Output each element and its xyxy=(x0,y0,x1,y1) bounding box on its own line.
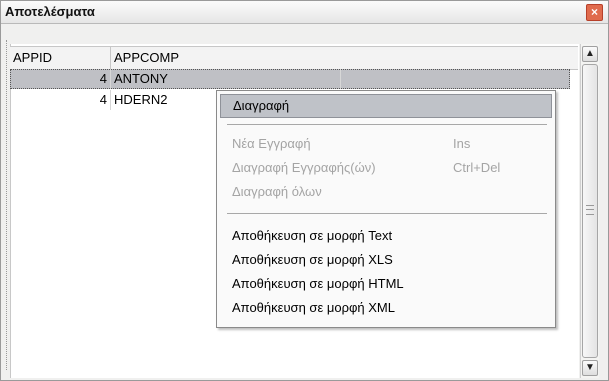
menu-item-delete[interactable]: Διαγραφή xyxy=(220,94,552,118)
menu-separator xyxy=(227,213,547,214)
cell-appcomp: ANTONY xyxy=(111,69,341,89)
arrow-down-icon[interactable]: ▼ xyxy=(582,360,598,376)
splitter-handle[interactable] xyxy=(0,40,7,370)
close-icon[interactable]: × xyxy=(586,4,603,21)
column-header-appcomp[interactable]: APPCOMP xyxy=(111,47,578,69)
vertical-scrollbar[interactable]: ▲ ▼ xyxy=(580,44,599,378)
title-bar[interactable]: Αποτελέσματα × xyxy=(1,1,608,24)
menu-item-save-xml[interactable]: Αποθήκευση σε μορφή XML xyxy=(220,296,552,320)
menu-item-save-xls[interactable]: Αποθήκευση σε μορφή XLS xyxy=(220,248,552,272)
cell-appid: 4 xyxy=(10,90,111,110)
menu-item-shortcut: Ins xyxy=(453,136,471,151)
menu-item-label: Νέα Εγγραφή xyxy=(232,136,311,151)
window-title: Αποτελέσματα xyxy=(5,4,95,19)
menu-item-save-html[interactable]: Αποθήκευση σε μορφή HTML xyxy=(220,272,552,296)
arrow-up-icon[interactable]: ▲ xyxy=(582,46,598,62)
menu-item-save-text[interactable]: Αποθήκευση σε μορφή Text xyxy=(220,224,552,248)
scroll-thumb[interactable] xyxy=(582,64,598,358)
context-menu: Διαγραφή Νέα Εγγραφή Ins Διαγραφή Εγγραφ… xyxy=(216,90,556,328)
menu-item-label: Διαγραφή Εγγραφής(ών) xyxy=(232,160,376,175)
menu-item-delete-records[interactable]: Διαγραφή Εγγραφής(ών) Ctrl+Del xyxy=(220,156,552,180)
menu-item-shortcut: Ctrl+Del xyxy=(453,160,501,175)
column-header-appid[interactable]: APPID xyxy=(10,47,111,69)
cell-appid: 4 xyxy=(10,69,111,89)
menu-item-delete-all[interactable]: Διαγραφή όλων xyxy=(220,180,552,204)
menu-item-new-record[interactable]: Νέα Εγγραφή Ins xyxy=(220,132,552,156)
menu-separator xyxy=(227,124,547,125)
grip-icon xyxy=(586,205,594,215)
table-row[interactable]: 4 ANTONY xyxy=(10,69,570,89)
grid-header: APPID APPCOMP xyxy=(10,46,578,70)
